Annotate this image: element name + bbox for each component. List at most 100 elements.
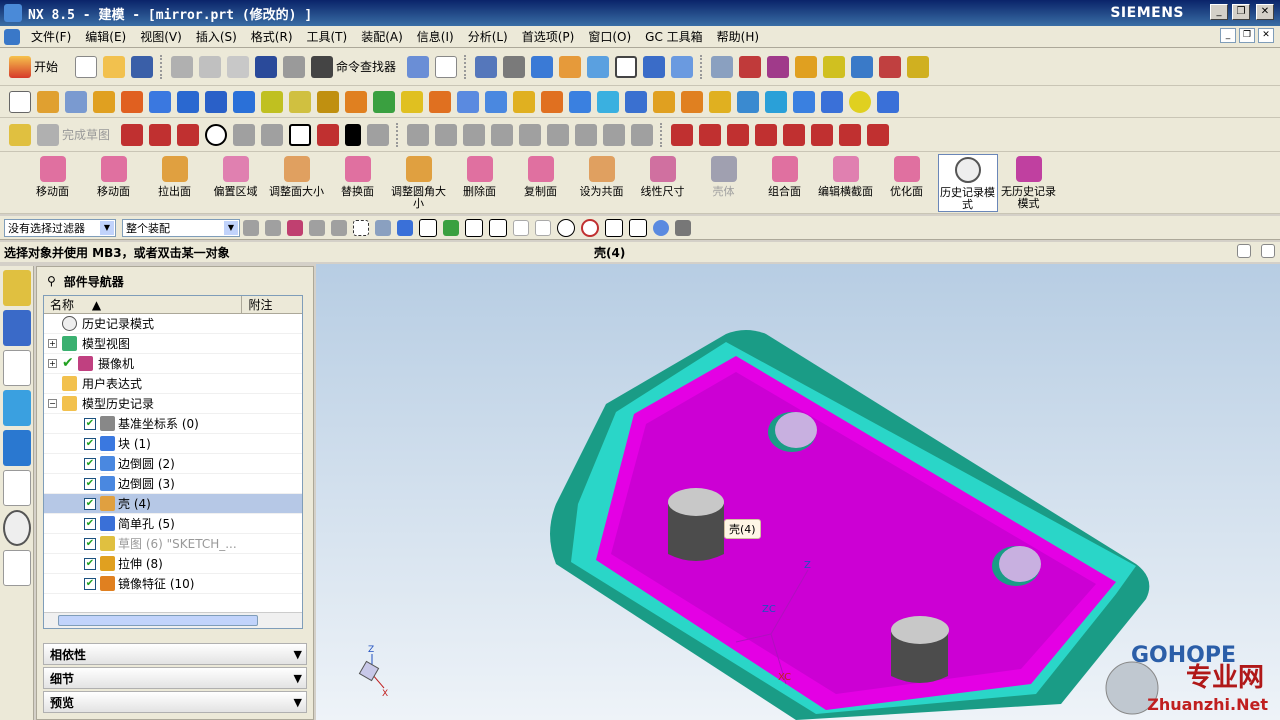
curve-icon[interactable] [783, 123, 806, 146]
wedge-icon[interactable] [737, 90, 759, 113]
resize-face-tool[interactable]: 调整面大小 [267, 154, 327, 212]
revolve-icon[interactable] [121, 90, 143, 113]
view-cube-icon[interactable] [531, 55, 554, 78]
menu-tools[interactable]: 工具(T) [300, 28, 355, 45]
analysis-icon[interactable] [823, 55, 846, 78]
rectangle-select-icon[interactable] [353, 219, 369, 236]
auto-constraint-icon[interactable] [603, 123, 626, 146]
thread-icon[interactable] [653, 90, 675, 113]
subtract-icon[interactable] [429, 90, 451, 113]
intersect-curve-icon[interactable] [839, 123, 862, 146]
select-edge-icon[interactable] [331, 219, 347, 236]
collapse-icon[interactable]: − [48, 399, 57, 408]
nx-menu-icon[interactable] [4, 28, 20, 45]
command-finder-button[interactable]: 命令查找器 [336, 58, 396, 75]
tree-row-model-views[interactable]: + 模型视图 [44, 334, 302, 354]
pattern-curve-icon[interactable] [519, 123, 542, 146]
visibility-checkbox[interactable]: ✔ [84, 477, 96, 490]
move-face-tool[interactable]: 移动面 [23, 154, 83, 212]
spline-icon[interactable] [727, 123, 750, 146]
menu-insert[interactable]: 插入(S) [189, 28, 244, 45]
pattern-icon[interactable] [345, 90, 367, 113]
tree-row-mirror-feature[interactable]: ✔ 镜像特征 (10) [44, 574, 302, 594]
visibility-checkbox[interactable]: ✔ [84, 557, 96, 570]
cube2-icon[interactable] [233, 90, 255, 113]
layer-icon[interactable] [559, 55, 582, 78]
scrollbar-thumb[interactable] [58, 615, 258, 626]
grid-icon[interactable] [879, 55, 902, 78]
new-file-icon[interactable] [75, 55, 98, 78]
group-face-tool[interactable]: 组合面 [755, 154, 815, 212]
trim-icon[interactable] [485, 90, 507, 113]
select-all-icon[interactable] [397, 219, 413, 236]
snap-view-icon[interactable] [643, 55, 666, 78]
menu-assembly[interactable]: 装配(A) [354, 28, 410, 45]
history-free-mode-tool[interactable]: 无历史记录模式 [999, 154, 1059, 212]
filter-settings-icon[interactable] [243, 219, 259, 236]
pull-face-tool[interactable]: 拉出面 [145, 154, 205, 212]
intersect-icon[interactable] [457, 90, 479, 113]
doc-minimize-button[interactable]: _ [1220, 28, 1236, 43]
menu-preferences[interactable]: 首选项(P) [515, 28, 582, 45]
replace-face-tool[interactable]: 替换面 [328, 154, 388, 212]
open-folder-icon[interactable] [103, 55, 126, 78]
status-max-icon[interactable] [1261, 244, 1275, 258]
arc-icon[interactable] [177, 123, 200, 146]
visibility-checkbox[interactable]: ✔ [84, 517, 96, 530]
chamfer-icon[interactable] [541, 90, 563, 113]
menu-edit[interactable]: 编辑(E) [78, 28, 133, 45]
tree-horizontal-scrollbar[interactable] [44, 612, 302, 628]
shape-icon[interactable] [755, 123, 778, 146]
snap-on-curve-icon[interactable] [629, 218, 647, 237]
column-note-header[interactable]: 附注 [242, 296, 302, 313]
redo-icon[interactable] [283, 55, 306, 78]
tree-row-user-expressions[interactable]: 用户表达式 [44, 374, 302, 394]
close-button[interactable]: ✕ [1256, 4, 1274, 20]
draft-icon[interactable] [597, 90, 619, 113]
minimize-button[interactable]: _ [1210, 4, 1228, 20]
snap-center-icon[interactable] [557, 218, 575, 237]
offset-curve-icon[interactable] [491, 123, 514, 146]
assembly-navigator-icon[interactable] [3, 270, 31, 306]
tree-row-edge-blend-3[interactable]: ✔ 边倒圆 (3) [44, 474, 302, 494]
web-browser-icon[interactable] [3, 470, 31, 506]
fillet-icon[interactable] [233, 123, 256, 146]
expand-icon[interactable]: + [48, 359, 57, 368]
snap-existing-point-icon[interactable] [605, 218, 623, 237]
history-mode-tool[interactable]: 历史记录模式 [937, 153, 998, 212]
graphics-window[interactable]: Z ZC XC Z X 壳(4) GOHOPE 专业网 Zhuanzhi.Net [316, 264, 1280, 720]
chamfer-sketch-icon[interactable] [261, 123, 284, 146]
face-blend-icon[interactable] [709, 90, 731, 113]
make-corner-icon[interactable] [463, 123, 486, 146]
maximize-button[interactable]: ❐ [1232, 4, 1250, 20]
grid-toggle-icon[interactable] [675, 219, 691, 236]
visibility-checkbox[interactable]: ✔ [84, 497, 96, 510]
sphere-wire-icon[interactable] [765, 90, 787, 113]
menu-window[interactable]: 窗口(O) [581, 28, 638, 45]
pin-icon[interactable]: ⚲ [47, 274, 56, 288]
snap-on-surface-icon[interactable] [653, 219, 669, 236]
tree-row-history-mode[interactable]: 历史记录模式 [44, 314, 302, 334]
view-orient-icon[interactable] [587, 55, 610, 78]
tree-row-sketch[interactable]: ✔ 草图 (6) "SKETCH_... [44, 534, 302, 554]
move-face-tool-2[interactable]: 移动面 [84, 154, 144, 212]
start-button[interactable]: 开始 [34, 58, 58, 75]
snap-midpoint-icon[interactable] [489, 218, 507, 237]
system-materials-icon[interactable] [3, 550, 31, 586]
box-icon[interactable] [177, 90, 199, 113]
cylinder-icon[interactable] [793, 90, 815, 113]
edit-cross-section-tool[interactable]: 编辑横截面 [816, 154, 876, 212]
menu-view[interactable]: 视图(V) [133, 28, 189, 45]
paste-icon[interactable] [227, 55, 250, 78]
snap-control-icon[interactable] [513, 219, 529, 236]
select-feature-icon[interactable] [265, 219, 281, 236]
block-icon[interactable] [149, 90, 171, 113]
line-icon[interactable] [149, 123, 172, 146]
new-sketch-icon[interactable] [9, 90, 31, 113]
type-filter-dropdown[interactable]: 没有选择过滤器 ▼ [4, 218, 116, 237]
reuse-library-icon[interactable] [3, 390, 31, 426]
delete-face-tool[interactable]: 删除面 [450, 154, 510, 212]
visibility-checkbox[interactable]: ✔ [84, 417, 96, 430]
menu-analysis[interactable]: 分析(L) [461, 28, 515, 45]
shell-body-tool[interactable]: 壳体 [694, 154, 754, 212]
